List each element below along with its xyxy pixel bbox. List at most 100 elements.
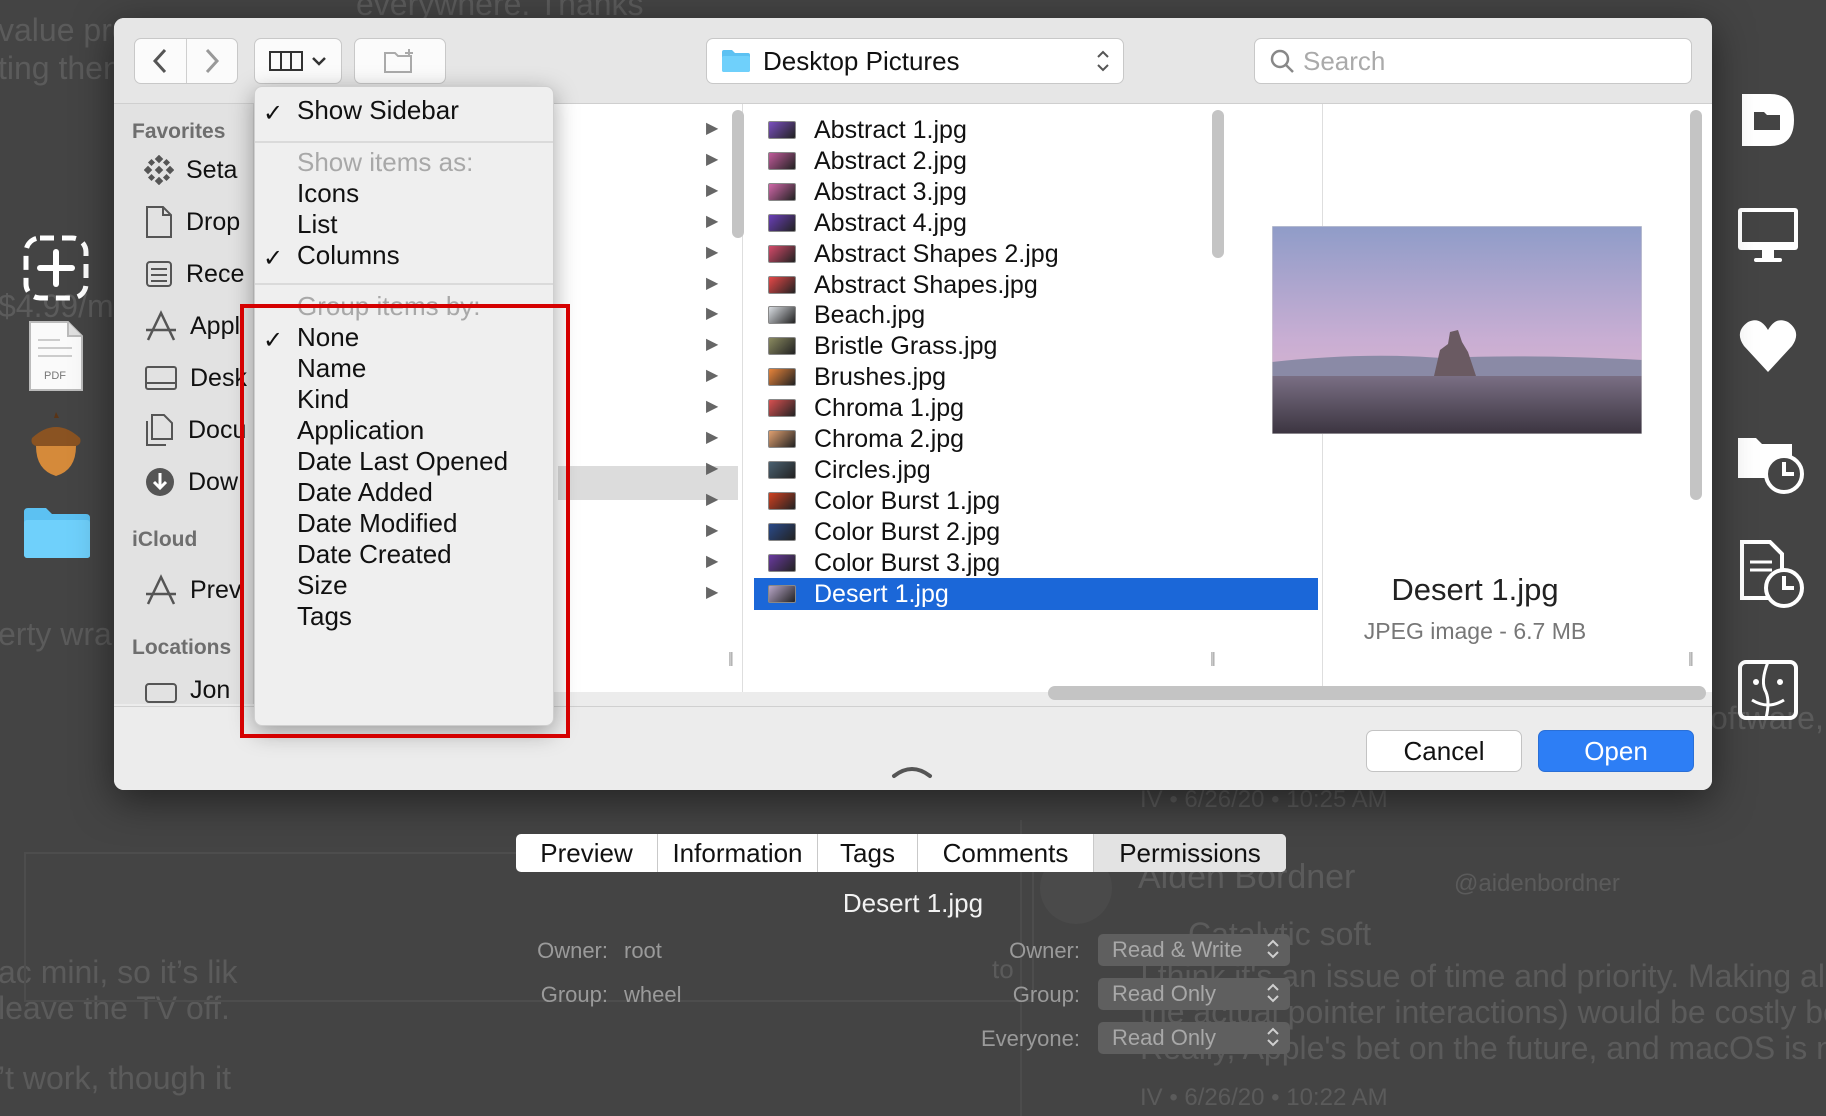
tab-permissions[interactable]: Permissions xyxy=(1094,834,1286,872)
sidebar-item-downloads[interactable]: Dow xyxy=(144,462,238,502)
sidebar-item-recents[interactable]: Rece xyxy=(144,254,244,294)
file-row[interactable]: Color Burst 2.jpg xyxy=(754,516,1318,548)
image-thumbnail-icon xyxy=(768,337,796,355)
file-name: Abstract Shapes.jpg xyxy=(814,270,1038,299)
checkmark-icon: ✓ xyxy=(263,245,284,272)
file-row[interactable]: Abstract 3.jpg xyxy=(754,176,1318,208)
sidebar-item-applications[interactable]: Appl xyxy=(144,306,240,346)
screenshot-add-icon[interactable] xyxy=(22,234,90,302)
tab-comments[interactable]: Comments xyxy=(918,834,1094,872)
tab-information[interactable]: Information xyxy=(658,834,818,872)
favorites-heart-icon[interactable] xyxy=(1736,314,1800,378)
column-resize-handle[interactable]: || xyxy=(1688,650,1694,667)
recent-folder-icon[interactable] xyxy=(1736,428,1804,494)
file-row[interactable]: Chroma 1.jpg xyxy=(754,392,1318,424)
everyone-permission-value: Read Only xyxy=(1112,1025,1216,1050)
navigation-buttons xyxy=(134,38,238,84)
document-folder-icon[interactable] xyxy=(1736,88,1800,152)
disclosure-arrow-icon: ▶ xyxy=(706,522,719,539)
sidebar-item-documents[interactable]: Docu xyxy=(144,410,246,450)
pdf-document-icon[interactable]: PDF xyxy=(28,320,84,392)
image-thumbnail-icon xyxy=(768,152,796,170)
file-row[interactable]: Color Burst 3.jpg xyxy=(754,547,1318,579)
file-row[interactable]: Chroma 2.jpg xyxy=(754,423,1318,455)
desktop-monitor-icon[interactable] xyxy=(1736,204,1800,268)
everyone-permission-select[interactable]: Read Only xyxy=(1098,1022,1290,1054)
back-button[interactable] xyxy=(135,39,186,83)
chevron-down-icon xyxy=(312,57,326,66)
cancel-button[interactable]: Cancel xyxy=(1366,730,1522,772)
preview-filename: Desert 1.jpg xyxy=(1391,572,1559,607)
image-thumbnail-icon xyxy=(768,214,796,232)
sidebar-item-dropbox[interactable]: Drop xyxy=(144,202,240,242)
image-thumbnail-icon xyxy=(768,585,796,603)
disclosure-arrow-icon: ▶ xyxy=(706,336,719,353)
preview-column-scrollbar[interactable] xyxy=(1690,110,1702,500)
sidebar-item-label: Rece xyxy=(186,259,245,288)
file-row[interactable]: Abstract 1.jpg xyxy=(754,114,1318,146)
owner-label: Owner: xyxy=(537,938,608,963)
menu-item-list[interactable]: List xyxy=(297,209,337,240)
file-row[interactable]: Brushes.jpg xyxy=(754,361,1318,393)
file-row[interactable]: Abstract 4.jpg xyxy=(754,207,1318,239)
group-value: wheel xyxy=(624,982,682,1007)
sidebar-item-preview[interactable]: Prev xyxy=(144,570,241,610)
new-folder-icon xyxy=(384,49,413,73)
menu-item-columns[interactable]: Columns xyxy=(297,240,400,271)
search-field[interactable]: Search xyxy=(1254,38,1692,84)
disclosure-arrow-icon: ▶ xyxy=(706,460,719,477)
menu-separator xyxy=(255,141,553,143)
folder-icon[interactable] xyxy=(22,504,92,560)
finder-icon[interactable] xyxy=(1736,658,1800,722)
sidebar-item-desktop[interactable]: Desk xyxy=(144,358,247,398)
location-popup[interactable]: Desktop Pictures xyxy=(706,38,1124,84)
menu-item-show-sidebar[interactable]: Show Sidebar xyxy=(297,95,459,126)
owner-permission-select[interactable]: Read & Write xyxy=(1098,934,1290,966)
preview-file-info: JPEG image - 6.7 MB xyxy=(1363,618,1587,644)
recent-document-icon[interactable] xyxy=(1736,540,1804,608)
image-thumbnail-icon xyxy=(768,121,796,139)
file-row[interactable]: Desert 1.jpg xyxy=(754,578,1318,610)
group-permission-select[interactable]: Read Only xyxy=(1098,978,1290,1010)
disclosure-arrow-icon: ▶ xyxy=(706,584,719,601)
image-thumbnail-icon xyxy=(768,554,796,572)
file-name: Chroma 2.jpg xyxy=(814,424,965,453)
chevron-left-icon xyxy=(153,48,167,74)
view-options-button[interactable] xyxy=(254,38,342,84)
acorn-app-icon[interactable] xyxy=(24,412,88,478)
image-thumbnail-icon xyxy=(768,399,796,417)
open-button[interactable]: Open xyxy=(1538,730,1694,772)
file-name: Brushes.jpg xyxy=(814,362,947,391)
file-row[interactable]: Color Burst 1.jpg xyxy=(754,485,1318,517)
background-panel xyxy=(24,852,1034,1002)
chevron-up-icon[interactable] xyxy=(890,762,934,785)
chevron-right-icon xyxy=(205,48,219,74)
forward-button[interactable] xyxy=(185,39,238,83)
tab-preview[interactable]: Preview xyxy=(516,834,658,872)
file-row[interactable]: Abstract 2.jpg xyxy=(754,145,1318,177)
file-row[interactable]: Abstract Shapes 2.jpg xyxy=(754,238,1318,270)
file-row[interactable]: Circles.jpg xyxy=(754,454,1318,486)
menu-item-icons[interactable]: Icons xyxy=(297,178,359,209)
new-folder-button[interactable] xyxy=(354,38,446,84)
file-row[interactable]: Beach.jpg xyxy=(754,299,1318,331)
file-name: Abstract 4.jpg xyxy=(814,208,967,237)
column-resize-handle[interactable]: || xyxy=(728,650,734,667)
sidebar-item-setapp[interactable]: Seta xyxy=(144,150,237,190)
background-text: IV • 6/26/20 • 10:25 AM xyxy=(1140,786,1388,813)
file-name: Color Burst 2.jpg xyxy=(814,517,1001,546)
sidebar-item-label: Appl xyxy=(190,311,241,340)
tab-tags[interactable]: Tags xyxy=(818,834,918,872)
column-resize-handle[interactable]: || xyxy=(1210,650,1216,667)
file-row[interactable]: Abstract Shapes.jpg xyxy=(754,269,1318,301)
file-name: Circles.jpg xyxy=(814,455,931,484)
horizontal-scrollbar[interactable] xyxy=(1048,686,1706,700)
disk-icon xyxy=(145,683,177,703)
parent-column-scrollbar[interactable] xyxy=(732,110,744,238)
owner-permission-value: Read & Write xyxy=(1112,937,1243,962)
file-row[interactable]: Bristle Grass.jpg xyxy=(754,330,1318,362)
checkmark-icon: ✓ xyxy=(263,100,284,127)
menu-separator xyxy=(255,283,553,285)
sidebar-item-disk[interactable]: Jon xyxy=(144,676,230,704)
permission-everyone-label: Everyone: xyxy=(980,1026,1080,1051)
